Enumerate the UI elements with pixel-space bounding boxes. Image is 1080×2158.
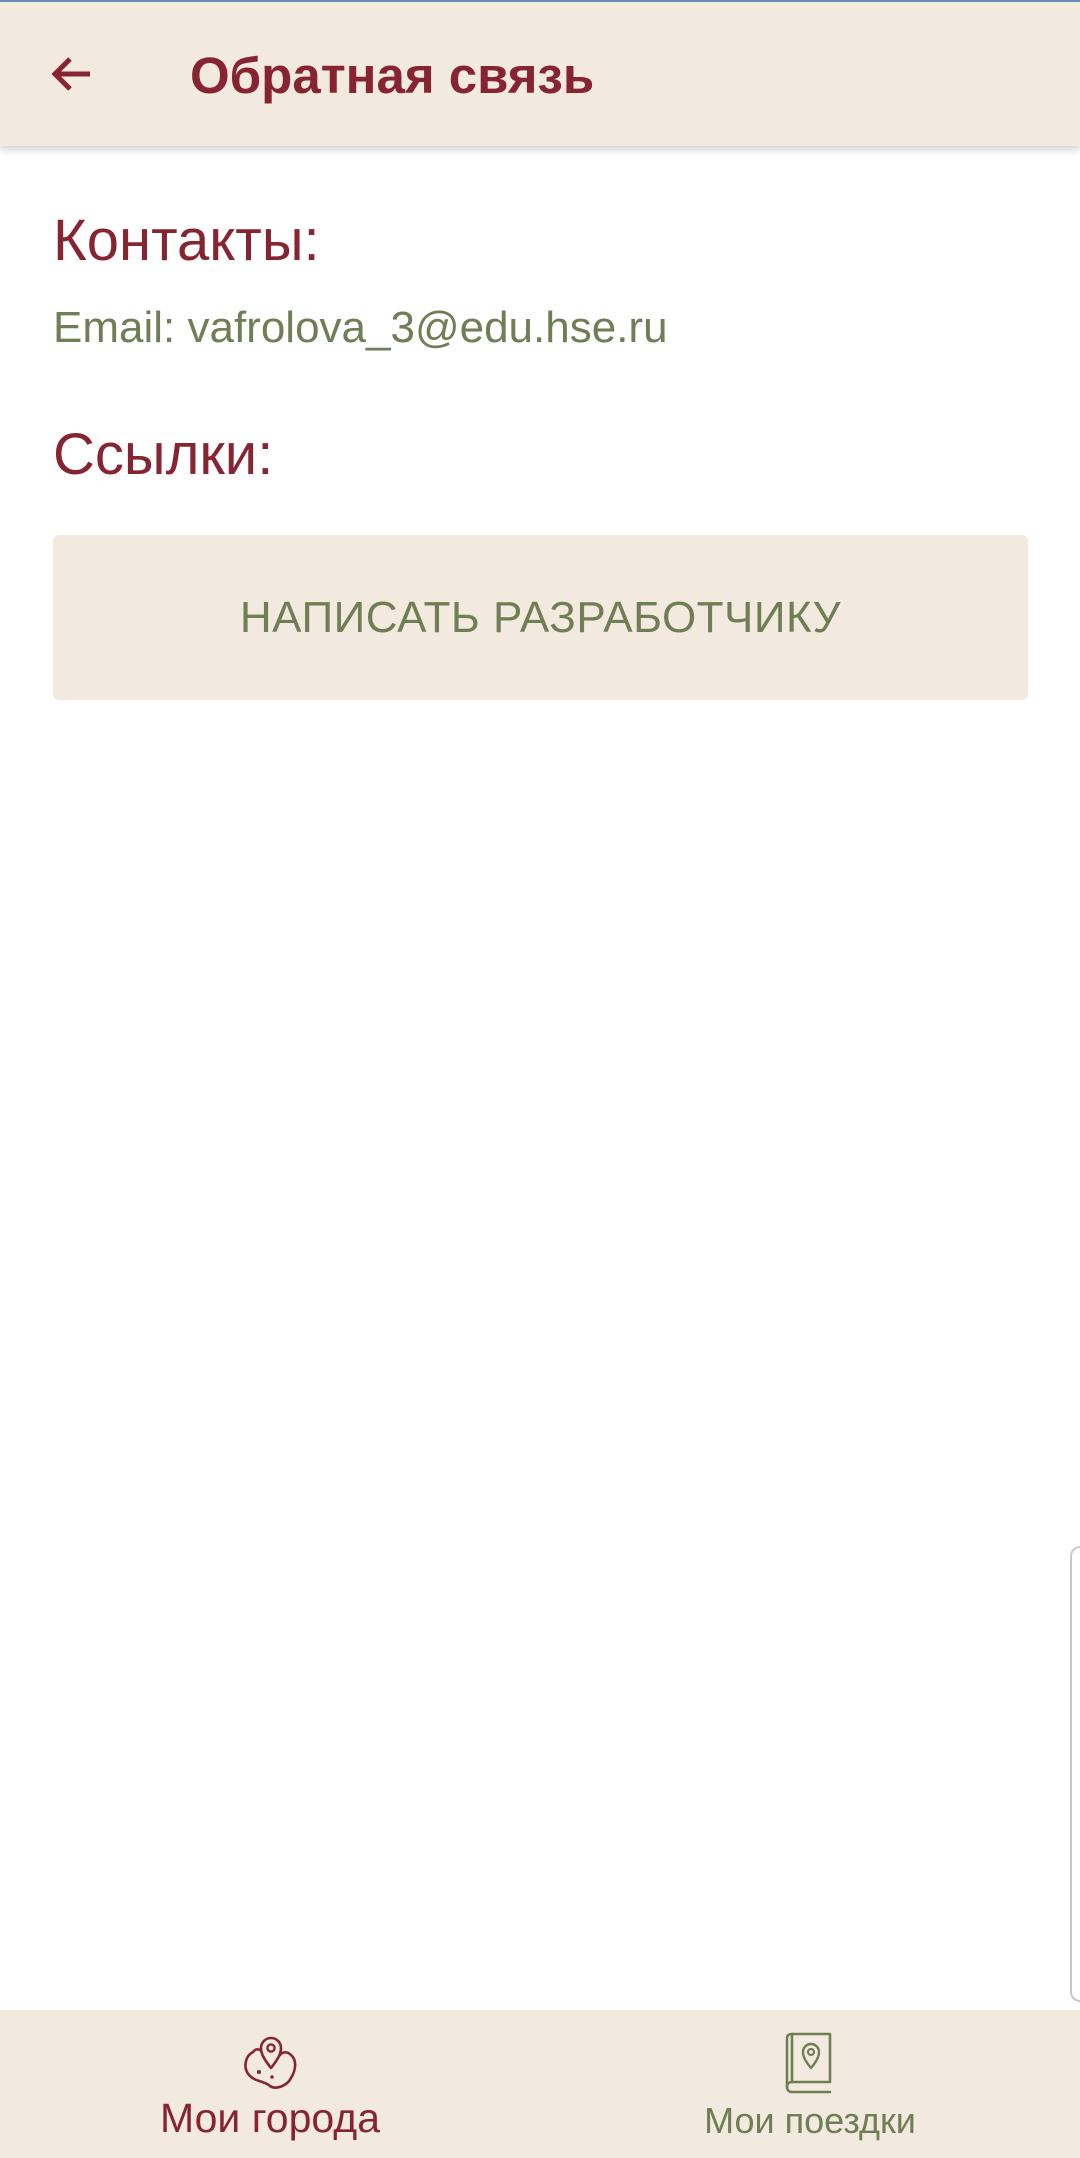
page-title: Обратная связь: [190, 47, 595, 104]
nav-label-my-cities: Мои города: [160, 2095, 380, 2141]
bottom-navigation: Мои города Мои поездки: [0, 2010, 1080, 2158]
contacts-heading: Контакты:: [53, 208, 320, 273]
write-developer-button[interactable]: НАПИСАТЬ РАЗРАБОТЧИКУ: [53, 535, 1028, 700]
app-bar: Обратная связь: [0, 2, 1080, 146]
nav-item-my-trips[interactable]: Мои поездки: [540, 2010, 1080, 2158]
trip-book-icon: [785, 2032, 832, 2094]
nav-item-my-cities[interactable]: Мои города: [0, 2010, 540, 2158]
arrow-left-icon: [51, 57, 90, 91]
contact-email: Email: vafrolova_3@edu.hse.ru: [53, 303, 668, 352]
back-button[interactable]: [32, 32, 112, 116]
city-map-pin-icon: [244, 2036, 297, 2089]
write-developer-button-label: НАПИСАТЬ РАЗРАБОТЧИКУ: [239, 592, 842, 642]
edge-panel-handle[interactable]: [1070, 1546, 1080, 2002]
nav-label-my-trips: Мои поездки: [704, 2100, 916, 2141]
links-heading: Ссылки:: [53, 422, 274, 487]
